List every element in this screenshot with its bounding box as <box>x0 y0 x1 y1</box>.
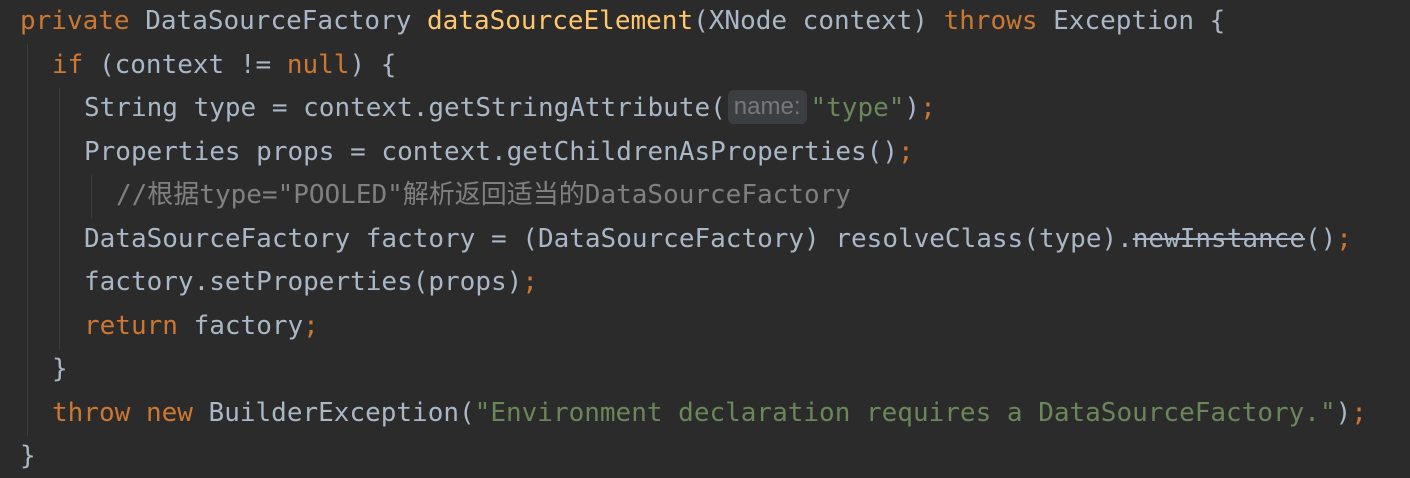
closing-brace: } <box>20 441 36 471</box>
keyword-if: if <box>52 50 84 80</box>
if-close: ) { <box>349 50 397 80</box>
indent-guide <box>59 88 60 350</box>
statement-text: BuilderException( <box>192 398 475 428</box>
semicolon: ; <box>1336 224 1352 254</box>
deprecated-method: newInstance <box>1132 224 1305 254</box>
code-line-2[interactable]: if (context != null) { <box>52 44 396 87</box>
code-line-3[interactable]: String type = context.getStringAttribute… <box>84 87 936 130</box>
semicolon: ; <box>1351 398 1367 428</box>
code-line-11[interactable]: } <box>20 435 36 478</box>
indent-guide <box>91 175 92 218</box>
keyword-null: null <box>286 50 350 80</box>
code-line-1[interactable]: private DataSourceFactory dataSourceElem… <box>20 0 1225 43</box>
code-line-10[interactable]: throw new BuilderException("Environment … <box>52 392 1367 435</box>
closing-brace: } <box>52 354 68 384</box>
return-value: factory <box>177 311 304 341</box>
code-line-5[interactable]: //根据type="POOLED"解析返回适当的DataSourceFactor… <box>116 174 851 217</box>
code-line-7[interactable]: factory.setProperties(props); <box>84 261 538 304</box>
statement-text: () <box>1304 224 1337 254</box>
semicolon: ; <box>897 137 914 167</box>
semicolon: ; <box>920 93 936 123</box>
return-type: DataSourceFactory <box>145 6 412 36</box>
statement-text: factory.setProperties(props) <box>84 267 523 297</box>
if-condition: (context != <box>83 50 287 80</box>
statement-text: DataSourceFactory factory = (DataSourceF… <box>84 224 1133 254</box>
statement-text: String type = context.getStringAttribute… <box>84 93 726 123</box>
semicolon: ; <box>522 267 538 297</box>
statement-text: Properties props = context.getChildrenAs… <box>84 137 898 167</box>
code-editor[interactable]: private DataSourceFactory dataSourceElem… <box>0 0 1410 476</box>
statement-text: ) <box>1335 398 1352 428</box>
code-line-9[interactable]: } <box>52 348 68 391</box>
code-line-8[interactable]: return factory; <box>84 305 319 348</box>
semicolon: ; <box>303 311 319 341</box>
throws-clause: Exception { <box>1037 6 1226 36</box>
keyword-private: private <box>20 6 130 36</box>
comment: //根据type="POOLED"解析返回适当的DataSourceFactor… <box>116 180 851 210</box>
statement-text: ) <box>904 93 921 123</box>
indent-guide <box>27 44 28 436</box>
code-line-6[interactable]: DataSourceFactory factory = (DataSourceF… <box>84 218 1352 261</box>
keyword-return: return <box>84 311 178 341</box>
code-line-4[interactable]: Properties props = context.getChildrenAs… <box>84 131 914 174</box>
keyword-new: new <box>145 398 193 428</box>
parameter-hint: name: <box>727 90 807 124</box>
method-name: dataSourceElement <box>427 6 694 36</box>
method-params: (XNode context) <box>693 6 944 36</box>
string-literal: "Environment declaration requires a Data… <box>474 398 1336 428</box>
keyword-throws: throws <box>943 6 1038 36</box>
keyword-throw: throw <box>52 398 131 428</box>
string-literal: "type" <box>810 93 905 123</box>
